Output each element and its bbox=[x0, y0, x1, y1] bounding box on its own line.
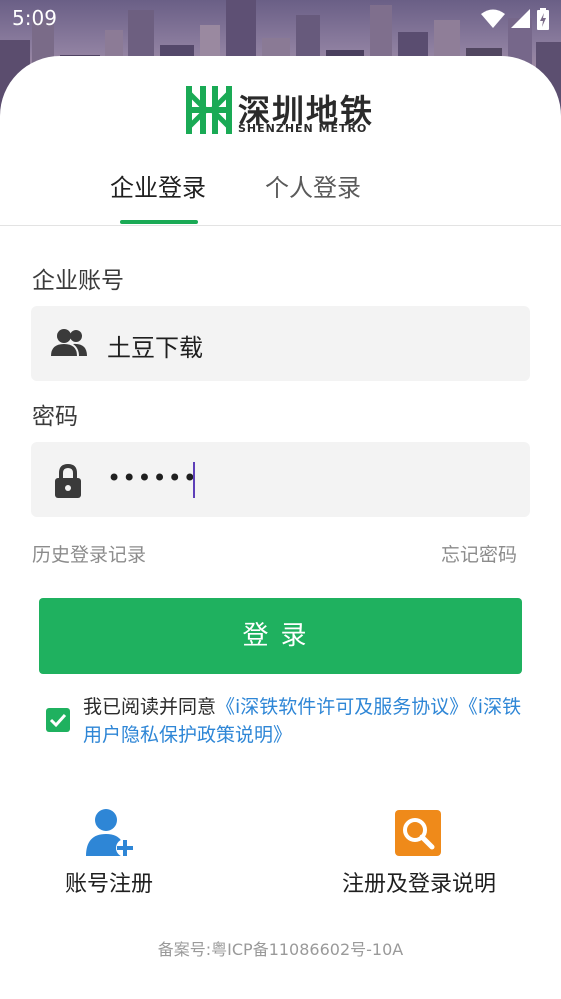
register-account-label[interactable]: 账号注册 bbox=[65, 866, 153, 898]
account-value: 土豆下载 bbox=[107, 334, 203, 362]
forgot-password-link[interactable]: 忘记密码 bbox=[441, 540, 517, 567]
password-value: •••••• bbox=[107, 464, 198, 492]
status-time: 5:09 bbox=[12, 6, 57, 30]
login-button[interactable]: 登录 bbox=[39, 598, 522, 674]
logo-name-en: SHENZHEN METRO bbox=[238, 122, 368, 135]
tab-active-indicator bbox=[120, 220, 198, 224]
wifi-icon bbox=[481, 9, 505, 28]
lock-icon bbox=[55, 464, 81, 498]
text-caret bbox=[193, 462, 195, 498]
tab-enterprise-login[interactable]: 企业登录 bbox=[110, 168, 206, 226]
register-account-icon-button[interactable] bbox=[84, 808, 136, 862]
login-guide-icon-button[interactable] bbox=[395, 810, 441, 860]
group-icon bbox=[51, 329, 87, 356]
metro-logo-icon bbox=[186, 86, 232, 134]
status-bar: 5:09 bbox=[0, 0, 561, 36]
status-icons bbox=[481, 8, 549, 30]
password-input[interactable]: •••••• bbox=[31, 442, 530, 517]
login-card: 深圳地铁 SHENZHEN METRO 企业登录 个人登录 企业账号 土豆下载 … bbox=[0, 56, 561, 999]
login-tabs: 企业登录 个人登录 bbox=[0, 168, 561, 226]
login-guide-label[interactable]: 注册及登录说明 bbox=[342, 866, 496, 898]
shenzhen-metro-logo: 深圳地铁 SHENZHEN METRO bbox=[186, 86, 376, 136]
account-label: 企业账号 bbox=[32, 268, 124, 294]
icp-record: 备案号:粤ICP备11086602号-10A bbox=[157, 940, 404, 959]
license-agreement-link[interactable]: 《i深铁软件许可及服务协议》 bbox=[216, 696, 468, 718]
account-input[interactable]: 土豆下载 bbox=[31, 306, 530, 381]
cellular-signal-icon bbox=[511, 9, 530, 28]
password-label: 密码 bbox=[32, 404, 78, 430]
tab-personal-login[interactable]: 个人登录 bbox=[265, 168, 361, 226]
battery-charging-icon bbox=[537, 8, 549, 30]
check-icon bbox=[49, 713, 67, 728]
tab-divider bbox=[0, 225, 561, 226]
agreement-checkbox[interactable] bbox=[46, 708, 70, 732]
login-screen: 5:09 深圳地铁 SHENZHEN METRO 企业登录 个人登录 企业账号 … bbox=[0, 0, 561, 999]
history-login-link[interactable]: 历史登录记录 bbox=[32, 540, 146, 567]
search-icon bbox=[395, 810, 441, 856]
agreement-text: 我已阅读并同意《i深铁软件许可及服务协议》《i深铁用户隐私保护政策说明》 bbox=[83, 693, 523, 749]
user-add-icon bbox=[86, 809, 134, 857]
agreement-prefix: 我已阅读并同意 bbox=[83, 696, 217, 718]
